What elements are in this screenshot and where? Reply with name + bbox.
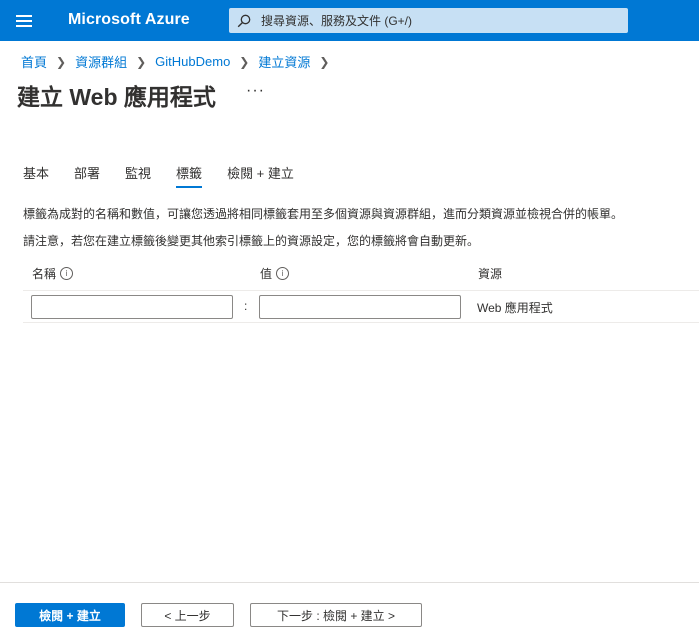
info-icon[interactable]: i [276, 267, 290, 280]
page-title: 建立 Web 應用程式 [17, 84, 216, 110]
search-icon [237, 14, 251, 27]
breadcrumb-resource-groups[interactable]: 資源群組 [75, 52, 127, 71]
global-search[interactable] [229, 8, 628, 33]
previous-button[interactable]: < 上一步 [141, 603, 234, 627]
more-options-button[interactable]: ··· [246, 82, 265, 100]
column-header-name: 名稱 i [32, 265, 74, 282]
chevron-right-icon: ❯ [319, 54, 330, 69]
info-icon[interactable]: i [60, 267, 74, 280]
tag-value-input[interactable] [259, 295, 461, 319]
row-divider [23, 322, 699, 323]
hamburger-menu-icon[interactable] [16, 14, 32, 27]
tags-note: 請注意，若您在建立標籤後變更其他索引標籤上的資源設定，您的標籤將會自動更新。 [23, 234, 480, 248]
name-value-separator: : [244, 299, 248, 313]
search-input[interactable] [259, 12, 623, 29]
resource-type-cell: Web 應用程式 [477, 301, 553, 315]
top-bar: Microsoft Azure [0, 0, 699, 41]
review-create-button[interactable]: 檢閱 + 建立 [15, 603, 125, 627]
tab-basics[interactable]: 基本 [23, 163, 49, 188]
row-divider [23, 290, 699, 291]
tab-bar: 基本 部署 監視 標籤 檢閱 + 建立 [23, 163, 319, 188]
tab-monitoring[interactable]: 監視 [125, 163, 151, 188]
column-header-value-label: 值 [260, 267, 273, 281]
brand-title[interactable]: Microsoft Azure [68, 11, 190, 29]
tab-review-create[interactable]: 檢閱 + 建立 [227, 163, 294, 188]
breadcrumb-githubdemo[interactable]: GitHubDemo [155, 54, 230, 69]
chevron-right-icon: ❯ [56, 54, 67, 69]
column-header-value: 值 i [260, 265, 290, 282]
chevron-right-icon: ❯ [239, 54, 250, 69]
column-header-name-label: 名稱 [32, 267, 57, 281]
breadcrumb: 首頁 ❯ 資源群組 ❯ GitHubDemo ❯ 建立資源 ❯ [21, 52, 338, 71]
column-header-resource: 資源 [478, 265, 502, 282]
next-button[interactable]: 下一步 : 檢閱 + 建立 > [250, 603, 422, 627]
tags-description: 標籤為成對的名稱和數值，可讓您透過將相同標籤套用至多個資源與資源群組，進而分類資… [23, 207, 624, 221]
tab-tags[interactable]: 標籤 [176, 163, 203, 188]
column-header-resource-label: 資源 [478, 267, 503, 281]
breadcrumb-create-resource[interactable]: 建立資源 [258, 52, 310, 71]
footer-divider [0, 582, 699, 583]
tag-name-input[interactable] [31, 295, 233, 319]
chevron-right-icon: ❯ [136, 54, 147, 69]
breadcrumb-home[interactable]: 首頁 [21, 52, 47, 71]
tab-deployment[interactable]: 部署 [74, 163, 100, 188]
